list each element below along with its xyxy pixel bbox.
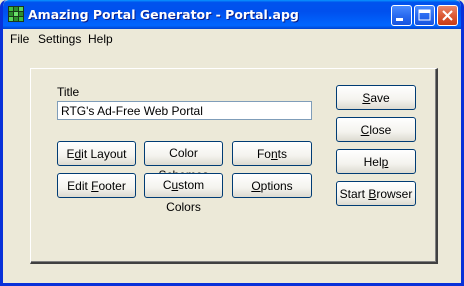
close-button[interactable]: Close [336,117,416,142]
minimize-icon [396,18,403,21]
menu-settings[interactable]: Settings [38,32,81,46]
edit-layout-button[interactable]: Edit Layout [57,141,136,166]
close-icon [442,10,453,21]
window-title: Amazing Portal Generator - Portal.apg [28,7,299,22]
minimize-button[interactable] [391,5,412,26]
options-button[interactable]: Options [232,173,312,198]
start-browser-button[interactable]: Start Browser [336,181,416,206]
maximize-icon [418,9,431,21]
menu-file[interactable]: File [10,32,29,46]
title-label: Title [57,85,80,99]
grid-app-icon[interactable] [8,6,24,22]
save-button[interactable]: Save [336,85,416,110]
fonts-button[interactable]: Fonts [232,141,312,166]
custom-colors-button[interactable]: Custom Colors [144,173,223,214]
edit-footer-button[interactable]: Edit Footer [57,173,136,198]
title-bar[interactable]: Amazing Portal Generator - Portal.apg [3,0,461,29]
color-schemes-button[interactable]: Color Schemes [144,141,223,182]
close-window-button[interactable] [437,5,458,26]
title-input[interactable] [57,101,312,120]
menu-help[interactable]: Help [88,32,113,46]
menu-bar: File Settings Help [3,29,461,49]
help-button[interactable]: Help [336,149,416,174]
maximize-button[interactable] [414,5,435,26]
